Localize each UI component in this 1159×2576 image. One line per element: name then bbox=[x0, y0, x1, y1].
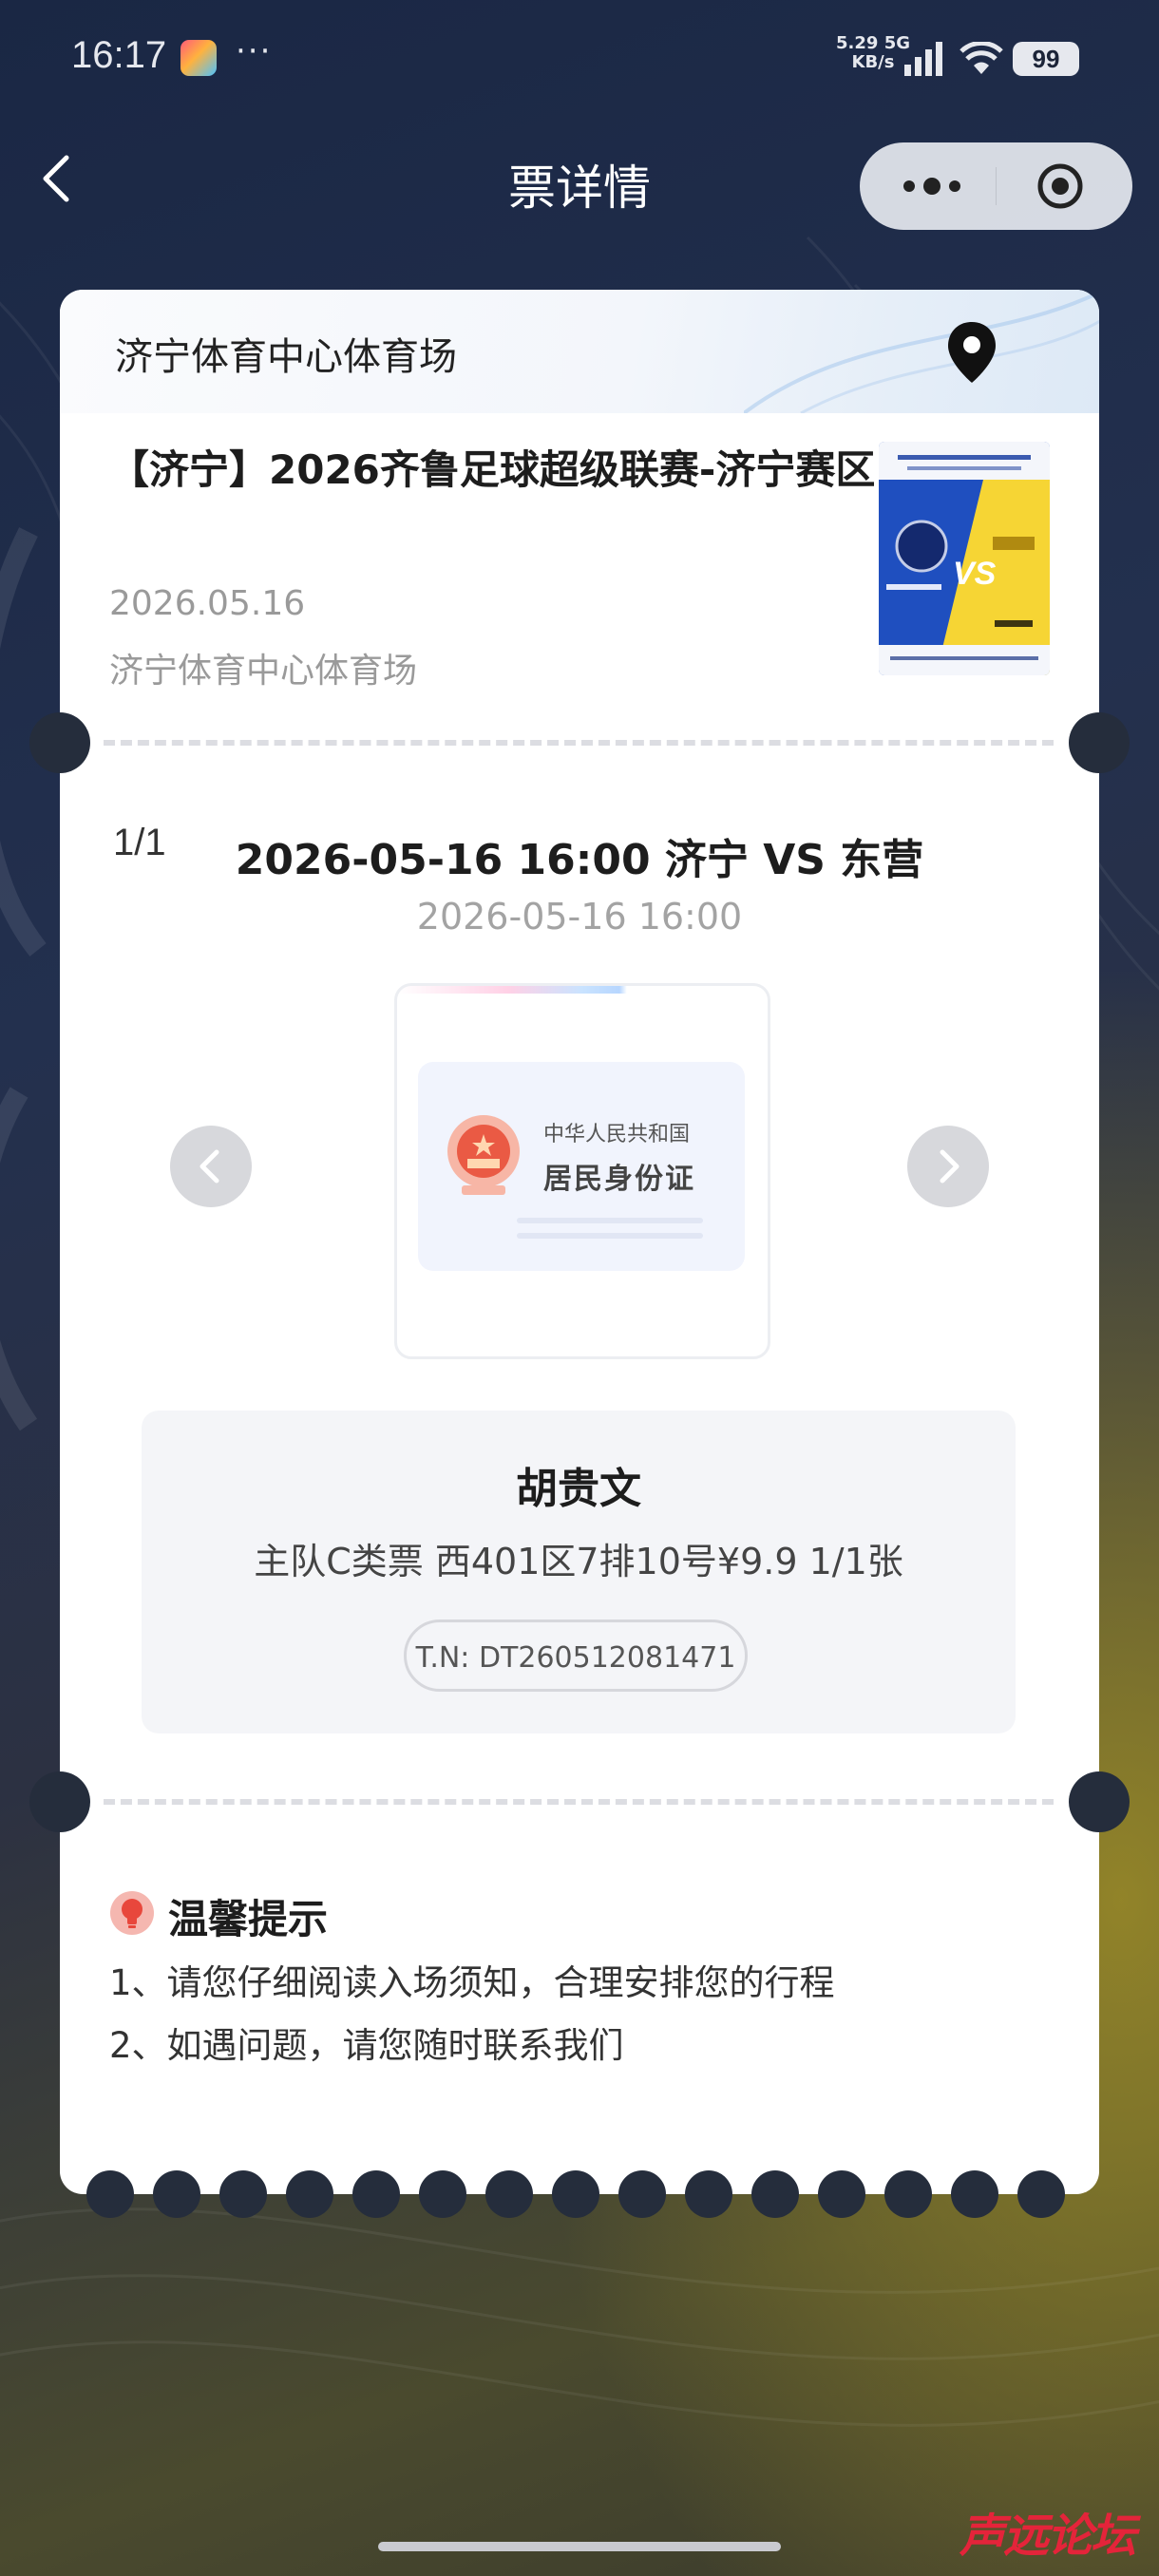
ticket-card: 济宁体育中心体育场 【济宁】2026齐鲁足球超级联赛-济宁赛区 2026.05.… bbox=[29, 290, 1130, 2218]
ticket-holder-panel: 胡贵文 主队C类票 西401区7排10号¥9.9 1/1张 T.N: DT260… bbox=[142, 1411, 1016, 1733]
game-app-icon bbox=[180, 40, 217, 76]
chevron-right-icon bbox=[940, 1149, 960, 1184]
ticket-scallop bbox=[286, 2170, 333, 2218]
tip-item: 2、如遇问题，请您随时联系我们 bbox=[109, 2025, 624, 2066]
holder-name: 胡贵文 bbox=[516, 1465, 641, 1513]
event-date: 2026.05.16 bbox=[109, 584, 306, 623]
ticket-scallop bbox=[352, 2170, 400, 2218]
id-card-type-label: 居民身份证 bbox=[543, 1163, 695, 1196]
id-card-graphic: 中华人民共和国 居民身份证 bbox=[418, 1062, 745, 1271]
home-indicator[interactable] bbox=[378, 2542, 781, 2551]
venue-header[interactable]: 济宁体育中心体育场 bbox=[60, 290, 1099, 413]
ticket-scallop bbox=[153, 2170, 200, 2218]
network-speed: 5.29 5G KB/s bbox=[836, 33, 911, 72]
more-notifications-icon: ··· bbox=[236, 32, 273, 70]
seat-info: 主队C类票 西401区7排10号¥9.9 1/1张 bbox=[254, 1541, 903, 1582]
miniprogram-capsule bbox=[860, 142, 1132, 230]
next-ticket-button[interactable] bbox=[907, 1126, 989, 1207]
signal-icon bbox=[904, 42, 942, 76]
ticket-divider bbox=[104, 1799, 1054, 1805]
location-pin-icon[interactable] bbox=[943, 318, 1000, 387]
event-poster-image[interactable]: VS bbox=[879, 442, 1050, 675]
tips-title: 温馨提示 bbox=[168, 1896, 329, 1942]
status-time: 16:17 bbox=[71, 34, 167, 76]
ticket-scallop bbox=[751, 2170, 799, 2218]
ticket-notch-right bbox=[1069, 712, 1130, 773]
match-time: 2026-05-16 16:00 bbox=[416, 896, 743, 938]
forum-watermark: 声远论坛 bbox=[960, 2510, 1136, 2563]
svg-text:VS: VS bbox=[953, 556, 997, 592]
id-card-entry-code[interactable]: 中华人民共和国 居民身份证 bbox=[394, 983, 770, 1359]
ticket-scallop bbox=[951, 2170, 998, 2218]
event-title: 【济宁】2026齐鲁足球超级联赛-济宁赛区 bbox=[109, 446, 876, 493]
venue-name: 济宁体育中心体育场 bbox=[115, 335, 457, 379]
close-miniprogram-icon[interactable] bbox=[1036, 161, 1085, 211]
capsule-divider bbox=[996, 167, 997, 205]
wifi-icon bbox=[960, 42, 1003, 74]
ticket-scallop bbox=[618, 2170, 666, 2218]
ticket-notch-left bbox=[29, 1771, 90, 1832]
ticket-number-badge: T.N: DT260512081471 bbox=[404, 1619, 748, 1692]
national-emblem-icon bbox=[447, 1115, 520, 1195]
ticket-scallop bbox=[219, 2170, 267, 2218]
ticket-notch-right bbox=[1069, 1771, 1130, 1832]
lightbulb-icon bbox=[110, 1891, 154, 1935]
id-card-country-label: 中华人民共和国 bbox=[543, 1123, 691, 1146]
battery-indicator: 99 bbox=[1013, 42, 1079, 76]
status-bar: 16:17 ··· 5.29 5G KB/s 99 bbox=[0, 28, 1159, 85]
id-card-line bbox=[517, 1218, 703, 1223]
ticket-scallop bbox=[485, 2170, 533, 2218]
ticket-divider bbox=[104, 740, 1054, 746]
chevron-left-icon bbox=[200, 1149, 219, 1184]
ticket-scallop bbox=[685, 2170, 732, 2218]
ticket-scallop bbox=[552, 2170, 599, 2218]
header-decoration bbox=[744, 290, 1099, 413]
ticket-notch-left bbox=[29, 712, 90, 773]
match-title: 2026-05-16 16:00 济宁 VS 东营 bbox=[235, 836, 924, 884]
ticket-scallop bbox=[884, 2170, 932, 2218]
id-card-scan-bar bbox=[397, 986, 768, 994]
ticket-scallop bbox=[1017, 2170, 1065, 2218]
ticket-scallop bbox=[818, 2170, 865, 2218]
ticket-scallop bbox=[86, 2170, 134, 2218]
more-options-icon[interactable] bbox=[898, 161, 966, 211]
tip-item: 1、请您仔细阅读入场须知，合理安排您的行程 bbox=[109, 1962, 835, 2003]
id-card-line bbox=[517, 1233, 703, 1239]
prev-ticket-button[interactable] bbox=[170, 1126, 252, 1207]
event-venue: 济宁体育中心体育场 bbox=[109, 652, 418, 691]
ticket-scallop bbox=[419, 2170, 466, 2218]
